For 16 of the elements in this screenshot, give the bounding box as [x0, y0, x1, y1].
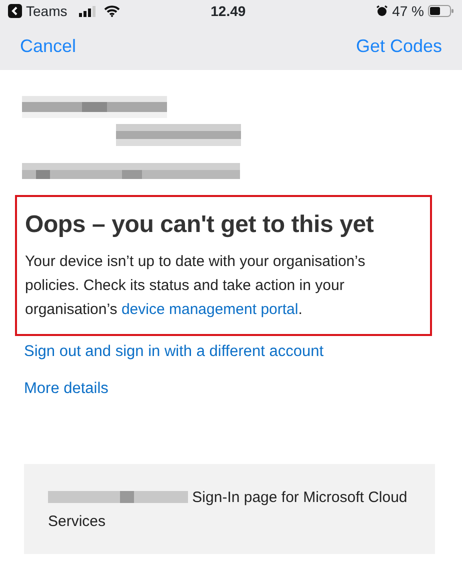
- get-codes-button[interactable]: Get Codes: [356, 32, 442, 60]
- portal-link[interactable]: device management portal: [121, 300, 298, 318]
- clock-time: 12.49: [210, 2, 246, 20]
- battery-percent: 47 %: [392, 2, 424, 20]
- back-icon[interactable]: [8, 4, 22, 18]
- error-message: Your device isn’t up to date with your organisation’s policies. Check its status and take action in your organisation’s device management portal.: [25, 252, 366, 320]
- alarm-icon: [376, 5, 388, 17]
- cancel-button[interactable]: Cancel: [20, 32, 76, 60]
- wifi-icon: [104, 5, 120, 17]
- back-app-label[interactable]: Teams: [26, 0, 68, 22]
- text-link[interactable]: More details: [24, 377, 108, 400]
- battery-icon: [428, 5, 454, 17]
- error-heading: Oops – you can't get to this yet: [25, 211, 375, 240]
- text-link[interactable]: Sign out and sign in with a different account: [24, 340, 324, 364]
- signal-icon: [79, 6, 96, 16]
- footer-text: Sign-In page for Microsoft Cloud Services: [48, 488, 408, 532]
